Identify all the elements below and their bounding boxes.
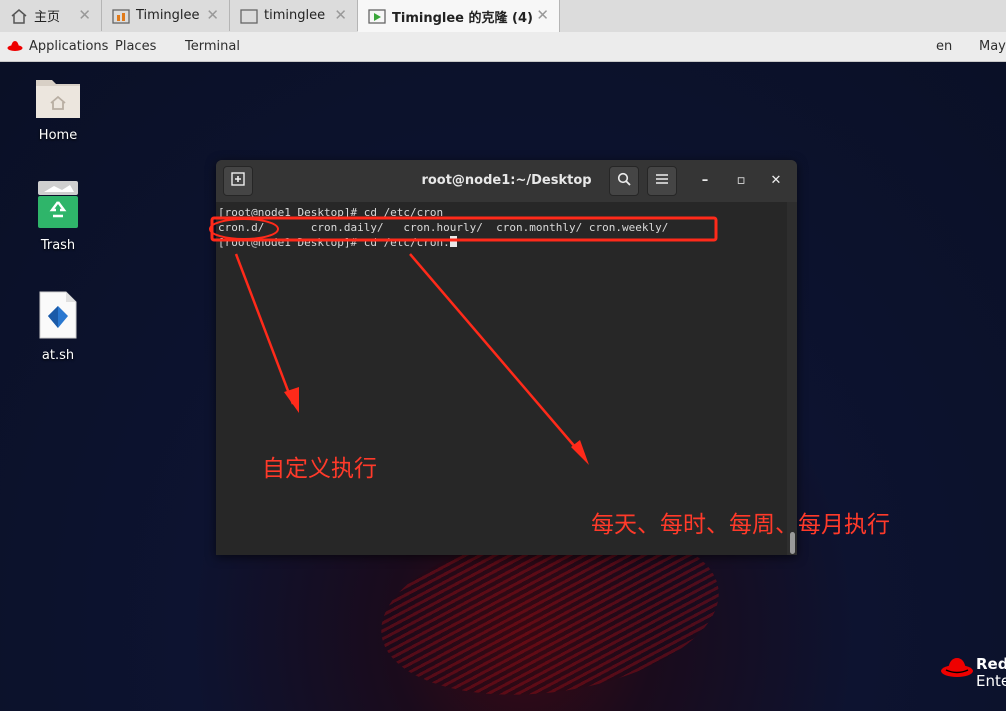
menu-button[interactable] xyxy=(647,166,677,196)
redhat-icon xyxy=(7,39,23,57)
desktop-icon-label: at.sh xyxy=(41,348,75,363)
desktop-icon-label: Trash xyxy=(40,238,76,253)
terminal-line: cron.d/ cron.daily/ cron.hourly/ cron.mo… xyxy=(218,221,669,234)
terminal-output[interactable]: [root@node1 Desktop]# cd /etc/cron cron.… xyxy=(216,202,787,555)
clock[interactable]: May xyxy=(979,39,1006,54)
desktop-icon-trash[interactable]: Trash xyxy=(18,180,98,253)
annotation-periodic: 每天、每时、每周、每月执行 xyxy=(591,512,890,538)
hamburger-icon xyxy=(655,173,669,189)
terminal-line: [root@node1 Desktop]# cd /etc/cron. xyxy=(218,236,450,249)
desktop-icon-at-sh[interactable]: at.sh xyxy=(18,290,98,363)
home-icon xyxy=(10,7,28,25)
terminal-header-bar[interactable]: root@node1:~/Desktop – ▫ ✕ xyxy=(216,160,797,203)
minimize-button[interactable]: – xyxy=(696,172,714,190)
redhat-logo xyxy=(940,655,974,683)
desktop-icon-home[interactable]: Home xyxy=(18,72,98,143)
tab-label: 主页 xyxy=(34,10,61,25)
close-icon[interactable]: ✕ xyxy=(536,6,549,24)
vm-tab-bar: 主页 ✕ Timinglee ✕ timinglee ✕ Timinglee 的… xyxy=(0,0,1006,33)
terminal-app-menu[interactable]: Terminal xyxy=(185,39,240,54)
maximize-button[interactable]: ▫ xyxy=(732,172,750,190)
search-icon xyxy=(617,172,631,190)
tab-label: Timinglee xyxy=(136,8,200,23)
terminal-prompt-line[interactable]: [root@node1 Desktop]# cd /etc/cron. xyxy=(218,236,457,249)
close-icon[interactable]: ✕ xyxy=(206,6,219,24)
close-icon: ✕ xyxy=(770,173,782,188)
tab-clone-4[interactable]: Timinglee 的克隆 (4) ✕ xyxy=(358,0,560,32)
terminal-line: [root@node1 Desktop]# cd /etc/cron xyxy=(218,206,444,219)
close-icon[interactable]: ✕ xyxy=(334,6,347,24)
gnome-top-bar: Applications Places Terminal en May xyxy=(0,32,1006,62)
desktop-icon-label: Home xyxy=(38,128,78,143)
search-button[interactable] xyxy=(609,166,639,196)
tab-timinglee-2[interactable]: timinglee ✕ xyxy=(230,0,358,31)
close-button[interactable]: ✕ xyxy=(767,172,785,190)
brand-line-2: Ente xyxy=(976,672,1006,690)
brand-line-1: Red xyxy=(976,655,1006,673)
tab-label: Timinglee 的克隆 (4) xyxy=(392,10,533,26)
vm-icon xyxy=(112,7,130,25)
terminal-scrollbar[interactable] xyxy=(787,202,797,555)
redhat-brand-text: Red Ente xyxy=(976,656,1006,690)
folder-home-icon xyxy=(34,80,82,124)
text-cursor xyxy=(449,236,457,247)
applications-menu[interactable]: Applications xyxy=(29,39,108,54)
language-indicator[interactable]: en xyxy=(936,39,952,54)
maximize-icon: ▫ xyxy=(736,173,746,188)
terminal-window[interactable]: root@node1:~/Desktop – ▫ ✕ [root@node1 D… xyxy=(216,160,797,555)
trash-icon xyxy=(34,181,82,234)
tab-home[interactable]: 主页 ✕ xyxy=(0,0,102,31)
tab-label: timinglee xyxy=(264,8,326,23)
tab-timinglee[interactable]: Timinglee ✕ xyxy=(102,0,230,31)
vm-running-icon xyxy=(368,7,386,25)
places-menu[interactable]: Places xyxy=(115,39,156,54)
minimize-icon: – xyxy=(701,173,709,188)
script-file-icon xyxy=(36,291,80,344)
close-icon[interactable]: ✕ xyxy=(78,6,91,24)
vm-icon xyxy=(240,7,258,25)
annotation-custom: 自定义执行 xyxy=(262,456,377,482)
